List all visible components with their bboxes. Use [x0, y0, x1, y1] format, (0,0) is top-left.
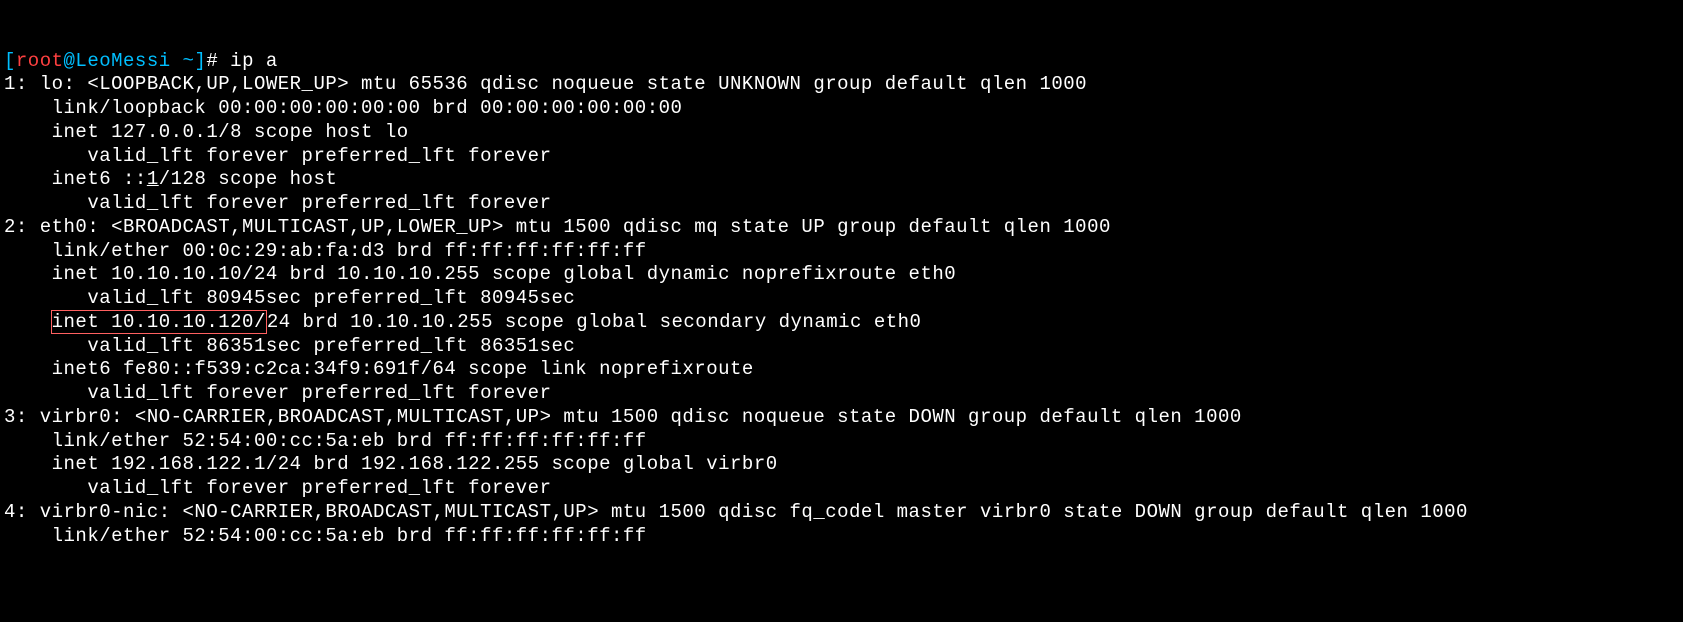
output-line: valid_lft forever preferred_lft forever — [4, 192, 552, 214]
output-line: valid_lft forever preferred_lft forever — [4, 382, 552, 404]
output-line: inet 127.0.0.1/8 scope host lo — [4, 121, 409, 143]
output-line: 1: lo: <LOOPBACK,UP,LOWER_UP> mtu 65536 … — [4, 73, 1087, 95]
prompt-user: root — [16, 50, 64, 72]
output-line: link/ether 52:54:00:cc:5a:eb brd ff:ff:f… — [4, 430, 647, 452]
command-text: ip a — [230, 50, 278, 72]
output-line: valid_lft 80945sec preferred_lft 80945se… — [4, 287, 575, 309]
output-line: valid_lft forever preferred_lft forever — [4, 145, 552, 167]
prompt-host: LeoMessi — [75, 50, 170, 72]
output-line: 3: virbr0: <NO-CARRIER,BROADCAST,MULTICA… — [4, 406, 1242, 428]
prompt-hash: # — [206, 50, 230, 72]
output-line: 4: virbr0-nic: <NO-CARRIER,BROADCAST,MUL… — [4, 501, 1468, 523]
output-line: inet 10.10.10.10/24 brd 10.10.10.255 sco… — [4, 263, 956, 285]
output-line: link/ether 52:54:00:cc:5a:eb brd ff:ff:f… — [4, 525, 647, 547]
prompt-rbracket: ] — [194, 50, 206, 72]
prompt-lbracket: [ — [4, 50, 16, 72]
highlighted-ip: inet 10.10.10.120/ — [51, 310, 267, 334]
prompt-at: @ — [64, 50, 76, 72]
output-line-highlighted: inet 10.10.10.120/24 brd 10.10.10.255 sc… — [4, 311, 921, 333]
output-line: inet6 ::1/128 scope host — [4, 168, 349, 190]
output-line: inet 192.168.122.1/24 brd 192.168.122.25… — [4, 453, 778, 475]
output-line: link/loopback 00:00:00:00:00:00 brd 00:0… — [4, 97, 682, 119]
output-line: valid_lft forever preferred_lft forever — [4, 477, 552, 499]
prompt-line: [root@LeoMessi ~]# ip a — [4, 50, 278, 72]
terminal-output: [root@LeoMessi ~]# ip a 1: lo: <LOOPBACK… — [4, 50, 1679, 549]
prompt-path: ~ — [171, 50, 195, 72]
output-line: inet6 fe80::f539:c2ca:34f9:691f/64 scope… — [4, 358, 766, 380]
output-line: valid_lft 86351sec preferred_lft 86351se… — [4, 335, 575, 357]
output-line: link/ether 00:0c:29:ab:fa:d3 brd ff:ff:f… — [4, 240, 647, 262]
output-line: 2: eth0: <BROADCAST,MULTICAST,UP,LOWER_U… — [4, 216, 1111, 238]
